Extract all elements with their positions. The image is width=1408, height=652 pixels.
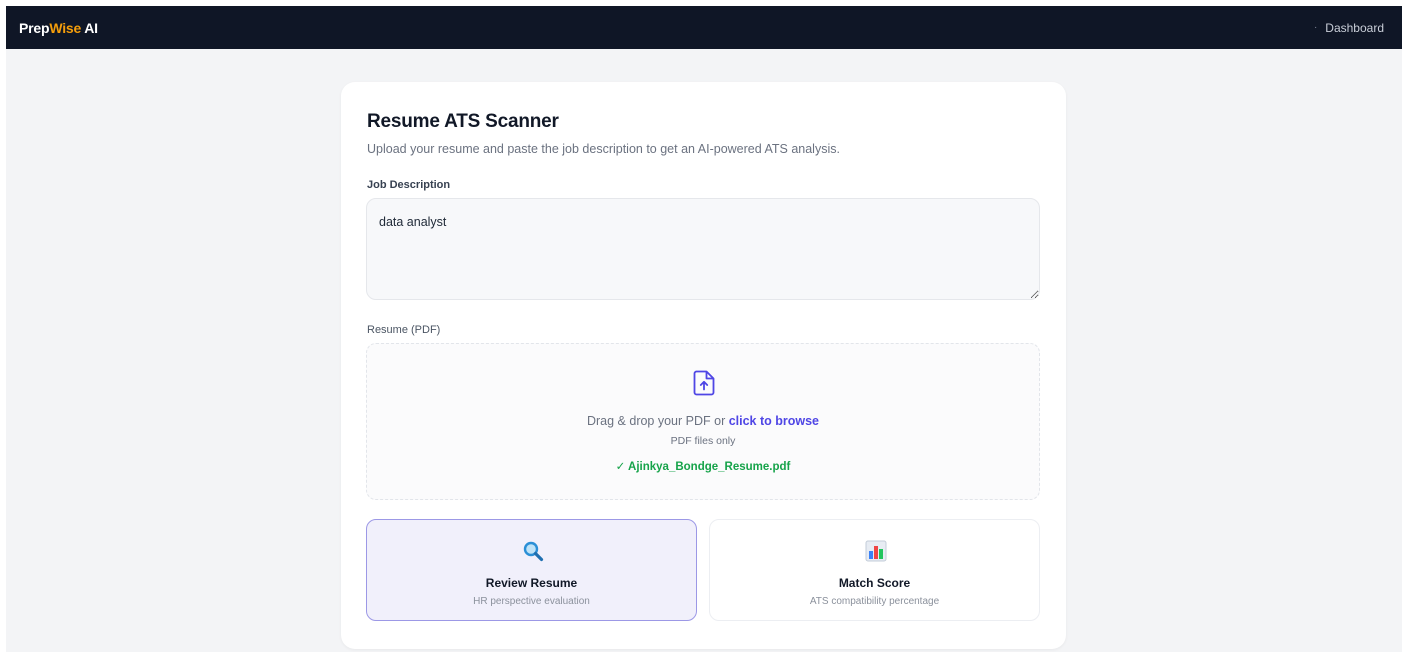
match-score-description: ATS compatibility percentage [809,596,940,607]
browse-link[interactable]: click to browse [729,414,819,428]
dashboard-link-label: Dashboard [1325,20,1384,35]
top-navbar: PrepWise AI · Dashboard [6,6,1402,49]
review-resume-option[interactable]: Review Resume HR perspective evaluation [366,519,697,621]
app-frame: PrepWise AI · Dashboard Resume ATS Scann… [6,6,1402,652]
dropzone-text: Drag & drop your PDF or [586,414,729,428]
brand-prefix: Prep [19,19,50,36]
job-description-label: Job Description [367,179,451,191]
page-subtitle: Upload your resume and paste the job des… [367,142,840,156]
magnifying-glass-icon [523,541,544,562]
job-description-textarea[interactable]: data analyst [366,198,1040,300]
dashboard-link[interactable]: · Dashboard [1314,21,1384,35]
dropzone-instructions: Drag & drop your PDF or click to browse [367,414,1039,428]
review-resume-description: HR perspective evaluation [473,596,590,607]
brand-accent: Wise [49,19,82,36]
review-resume-title: Review Resume [485,576,578,590]
scanner-card: Resume ATS Scanner Upload your resume an… [341,82,1066,649]
match-score-option[interactable]: Match Score ATS compatibility percentage [709,519,1040,621]
brand-logo[interactable]: PrepWise AI [19,20,98,36]
uploaded-file-name: ✓ Ajinkya_Bondge_Resume.pdf [615,461,791,473]
resume-dropzone[interactable]: Drag & drop your PDF or click to browse … [366,343,1040,500]
match-score-title: Match Score [838,576,911,590]
bar-chart-icon [865,540,887,562]
page-title: Resume ATS Scanner [367,111,559,132]
file-upload-icon [693,370,715,396]
brand-suffix: AI [81,19,98,36]
dropzone-hint: PDF files only [670,435,736,447]
resume-label: Resume (PDF) [367,324,441,336]
nav-bullet: · [1313,22,1318,33]
